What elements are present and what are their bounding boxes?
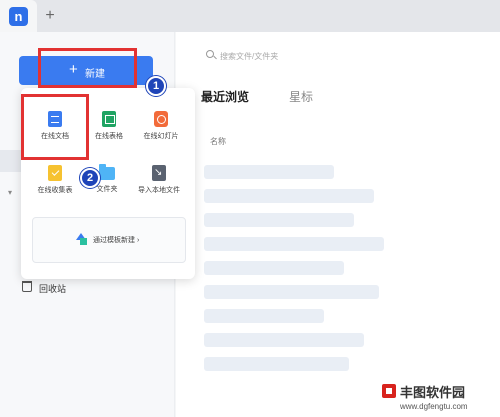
column-header-name[interactable]: 名称	[210, 136, 226, 147]
menu-item-import-local[interactable]: 导入本地文件	[131, 165, 187, 195]
search-placeholder: 搜索文件/文件夹	[220, 52, 279, 61]
import-icon	[152, 165, 166, 181]
file-row[interactable]	[204, 333, 364, 347]
menu-item-label: 在线收集表	[37, 187, 73, 194]
new-tab-button[interactable]: +	[42, 7, 58, 25]
expand-arrow-icon[interactable]: ▾	[8, 188, 12, 197]
tab-starred[interactable]: 星标	[289, 88, 313, 105]
file-row[interactable]	[204, 309, 324, 323]
watermark-url: www.dgfengtu.com	[400, 402, 468, 411]
highlight-online-doc	[21, 94, 89, 160]
menu-item-label: 文件夹	[96, 186, 118, 193]
step-2-badge: 2	[80, 168, 100, 188]
menu-item-label: 在线表格	[95, 133, 123, 140]
file-row[interactable]	[204, 261, 344, 275]
template-icon	[75, 233, 87, 245]
watermark-logo-icon	[382, 384, 396, 398]
menu-item-online-sheet[interactable]: 在线表格	[81, 111, 137, 141]
recycle-bin-label: 回收站	[39, 284, 67, 294]
watermark-name: 丰图软件园	[400, 385, 466, 400]
highlight-new-button	[38, 48, 137, 88]
tab-recent[interactable]: 最近浏览	[201, 88, 249, 105]
search-icon	[206, 50, 214, 58]
tab-strip: n +	[0, 0, 500, 32]
sidebar-selected-item[interactable]	[0, 150, 22, 172]
app-tab[interactable]: n	[0, 0, 37, 32]
slide-icon	[154, 111, 168, 127]
main-panel: 搜索文件/文件夹 最近浏览 星标 名称	[176, 32, 500, 417]
step-1-badge: 1	[146, 76, 166, 96]
file-row[interactable]	[204, 357, 349, 371]
folder-icon	[99, 164, 115, 180]
menu-item-label: 在线幻灯片	[143, 133, 179, 140]
menu-item-label: 导入本地文件	[138, 187, 180, 194]
file-row[interactable]	[204, 165, 334, 179]
file-row[interactable]	[204, 189, 374, 203]
new-from-template-button[interactable]: 通过模板新建 ›	[32, 217, 186, 263]
form-icon	[48, 165, 62, 181]
file-row[interactable]	[204, 213, 354, 227]
sheet-icon	[102, 111, 116, 127]
file-row[interactable]	[204, 285, 379, 299]
file-row[interactable]	[204, 237, 384, 251]
menu-item-online-slides[interactable]: 在线幻灯片	[133, 111, 189, 141]
menu-item-online-form[interactable]: 在线收集表	[27, 165, 83, 195]
app-logo-icon: n	[9, 7, 28, 26]
trash-icon	[22, 281, 32, 292]
watermark: 丰图软件园 www.dgfengtu.com	[378, 380, 500, 417]
search-input[interactable]: 搜索文件/文件夹	[200, 44, 500, 66]
template-label: 通过模板新建 ›	[93, 237, 140, 244]
